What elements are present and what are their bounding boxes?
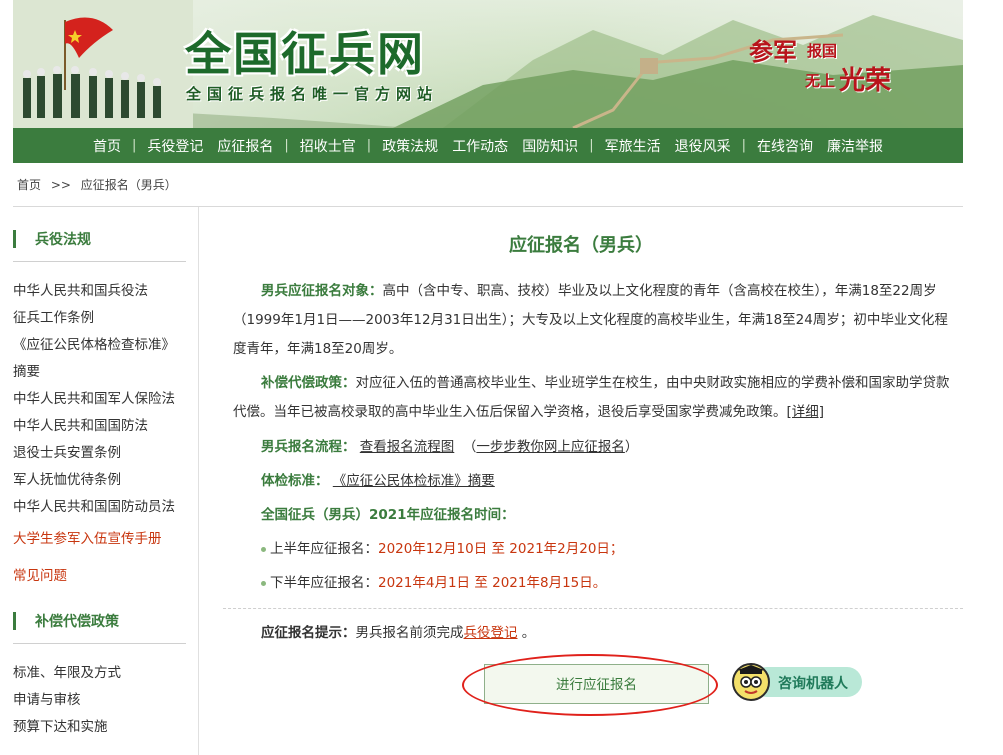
nav-separator: | xyxy=(589,138,594,153)
tip-end: 。 xyxy=(521,625,536,641)
second-half-row: 下半年应征报名：2021年4月1日 至 2021年8月15日。 xyxy=(261,566,953,600)
dashed-divider xyxy=(223,608,963,609)
sidebar-link[interactable]: 标准、年限及方式 xyxy=(13,660,198,687)
exam-row: 体检标准： 《应征公民体检标准》摘要 xyxy=(261,464,953,498)
nav-separator: | xyxy=(741,138,746,153)
sidebar-link[interactable]: 《应征公民体格检查标准》 xyxy=(13,332,198,359)
nav-separator: | xyxy=(284,138,289,153)
tutorial-link[interactable]: 一步步教你网上应征报名 xyxy=(476,439,625,455)
divider xyxy=(13,643,186,644)
nav-item[interactable]: 在线咨询 xyxy=(750,136,820,156)
robot-label: 咨询机器人 xyxy=(778,676,848,692)
nav-item[interactable]: 工作动态 xyxy=(445,136,515,156)
time-row: 全国征兵（男兵）2021年应征报名时间： xyxy=(261,498,953,532)
bullet-icon xyxy=(261,546,266,552)
sidebar-links-highlight: 大学生参军入伍宣传手册 常见问题 xyxy=(13,521,198,595)
compensation-label: 补偿代偿政策： xyxy=(261,375,356,391)
motto-calligraphy: 参军 报国 无上 光荣 xyxy=(749,30,939,100)
sidebar-link[interactable]: 征兵工作条例 xyxy=(13,305,198,332)
consult-robot-button[interactable]: 咨询机器人 xyxy=(732,663,864,701)
paren-open: （ xyxy=(462,439,477,455)
breadcrumb-current: 应征报名（男兵） xyxy=(80,178,177,192)
sidebar-link[interactable]: 退役士兵安置条例 xyxy=(13,440,198,467)
sidebar-link[interactable]: 军人抚恤优待条例 xyxy=(13,467,198,494)
nav-item[interactable]: 首页 xyxy=(86,136,128,156)
process-row: 男兵报名流程： 查看报名流程图 （一步步教你网上应征报名） xyxy=(261,430,953,464)
section-marker xyxy=(13,230,16,248)
flag-guard-image xyxy=(13,0,193,128)
exam-label: 体检标准： xyxy=(261,473,329,489)
sidebar-section-header: 补偿代偿政策 xyxy=(13,609,198,639)
first-half-label: 上半年应征报名： xyxy=(270,541,378,557)
military-registration-link[interactable]: 兵役登记 xyxy=(464,625,518,641)
apply-button[interactable]: 进行应征报名 xyxy=(484,664,709,704)
paren-close: ） xyxy=(624,439,639,455)
divider xyxy=(13,261,186,262)
nav-item[interactable]: 国防知识 xyxy=(515,136,585,156)
nav-item[interactable]: 政策法规 xyxy=(375,136,445,156)
bullet-icon xyxy=(261,580,266,586)
section-marker xyxy=(13,612,16,630)
sidebar-link[interactable]: 中华人民共和国兵役法 xyxy=(13,278,198,305)
nav-separator: | xyxy=(132,138,137,153)
sidebar-links-laws: 中华人民共和国兵役法 征兵工作条例 《应征公民体格检查标准》 摘要 中华人民共和国军人保… xyxy=(13,278,198,521)
exam-standard-link[interactable]: 《应征公民体检标准》摘要 xyxy=(333,473,495,489)
motto-part: 报国 xyxy=(807,42,838,60)
nav-item[interactable]: 招收士官 xyxy=(293,136,363,156)
second-half-label: 下半年应征报名： xyxy=(270,575,378,591)
site-slogan: 全国征兵报名唯一官方网站 xyxy=(186,85,439,103)
process-label: 男兵报名流程： xyxy=(261,439,356,455)
target-label: 男兵应征报名对象： xyxy=(261,283,383,299)
main-nav: 首页 | 兵役登记 应征报名 | 招收士官 | 政策法规 工作动态 国防知识 | 军旅生活 退役风采 | 在… xyxy=(13,128,963,163)
registration-tip: 应征报名提示：男兵报名前须完成兵役登记 。 xyxy=(261,621,535,641)
site-banner: 全国征兵网 全国征兵报名唯一官方网站 参军 报国 无上 光荣 xyxy=(13,0,963,128)
nav-item[interactable]: 军旅生活 xyxy=(598,136,668,156)
motto-part: 参军 xyxy=(749,37,797,66)
nav-item[interactable]: 廉洁举报 xyxy=(820,136,890,156)
motto-part: 光荣 xyxy=(839,66,892,96)
sidebar-section-header: 兵役法规 xyxy=(13,227,198,257)
nav-separator: | xyxy=(366,138,372,153)
target-paragraph: 男兵应征报名对象：高中（含中专、职高、技校）毕业及以上文化程度的青年（含高校在校… xyxy=(233,277,953,364)
detail-link[interactable]: [详细] xyxy=(787,404,825,420)
sidebar-link[interactable]: 大学生参军入伍宣传手册 xyxy=(13,521,198,558)
page-title: 应征报名（男兵） xyxy=(509,235,653,256)
breadcrumb-home[interactable]: 首页 xyxy=(17,178,41,192)
sidebar-link[interactable]: 摘要 xyxy=(13,359,198,386)
sidebar-links-policy: 标准、年限及方式 申请与审核 预算下达和实施 xyxy=(13,660,198,741)
time-label: 全国征兵（男兵）2021年应征报名时间： xyxy=(261,507,515,523)
main-content: 应征报名（男兵） 男兵应征报名对象：高中（含中专、职高、技校）毕业及以上文化程度… xyxy=(199,207,963,755)
sidebar-section-title: 兵役法规 xyxy=(35,232,91,248)
article-body: 男兵应征报名对象：高中（含中专、职高、技校）毕业及以上文化程度的青年（含高校在校… xyxy=(233,277,953,600)
nav-item[interactable]: 应征报名 xyxy=(210,136,280,156)
sidebar-link[interactable]: 常见问题 xyxy=(13,558,198,595)
first-half-dates: 2020年12月10日 至 2021年2月20日； xyxy=(378,541,624,557)
motto-part: 无上 xyxy=(805,72,836,90)
sidebar-link[interactable]: 中华人民共和国国防法 xyxy=(13,413,198,440)
process-chart-link[interactable]: 查看报名流程图 xyxy=(360,439,455,455)
site-logo[interactable]: 全国征兵网 xyxy=(185,18,425,84)
sidebar-link[interactable]: 中华人民共和国国防动员法 xyxy=(13,494,198,521)
breadcrumb: 首页 >> 应征报名（男兵） xyxy=(17,176,183,193)
sidebar-link[interactable]: 预算下达和实施 xyxy=(13,714,198,741)
sidebar: 兵役法规 中华人民共和国兵役法 征兵工作条例 《应征公民体格检查标准》 摘要 中华人民共… xyxy=(13,207,199,755)
compensation-paragraph: 补偿代偿政策：对应征入伍的普通高校毕业生、毕业班学生在校生，由中央财政实施相应的… xyxy=(233,369,953,427)
tip-label: 应征报名提示： xyxy=(261,625,356,641)
nav-item[interactable]: 兵役登记 xyxy=(140,136,210,156)
second-half-dates: 2021年4月1日 至 2021年8月15日。 xyxy=(378,575,607,591)
sidebar-link[interactable]: 申请与审核 xyxy=(13,687,198,714)
tip-text: 男兵报名前须完成 xyxy=(355,625,464,641)
sidebar-section-title: 补偿代偿政策 xyxy=(35,614,119,630)
first-half-row: 上半年应征报名：2020年12月10日 至 2021年2月20日； xyxy=(261,532,953,566)
robot-icon xyxy=(732,663,770,701)
sidebar-link[interactable]: 中华人民共和国军人保险法 xyxy=(13,386,198,413)
nav-item[interactable]: 退役风采 xyxy=(668,136,738,156)
breadcrumb-arrow: >> xyxy=(50,178,71,192)
